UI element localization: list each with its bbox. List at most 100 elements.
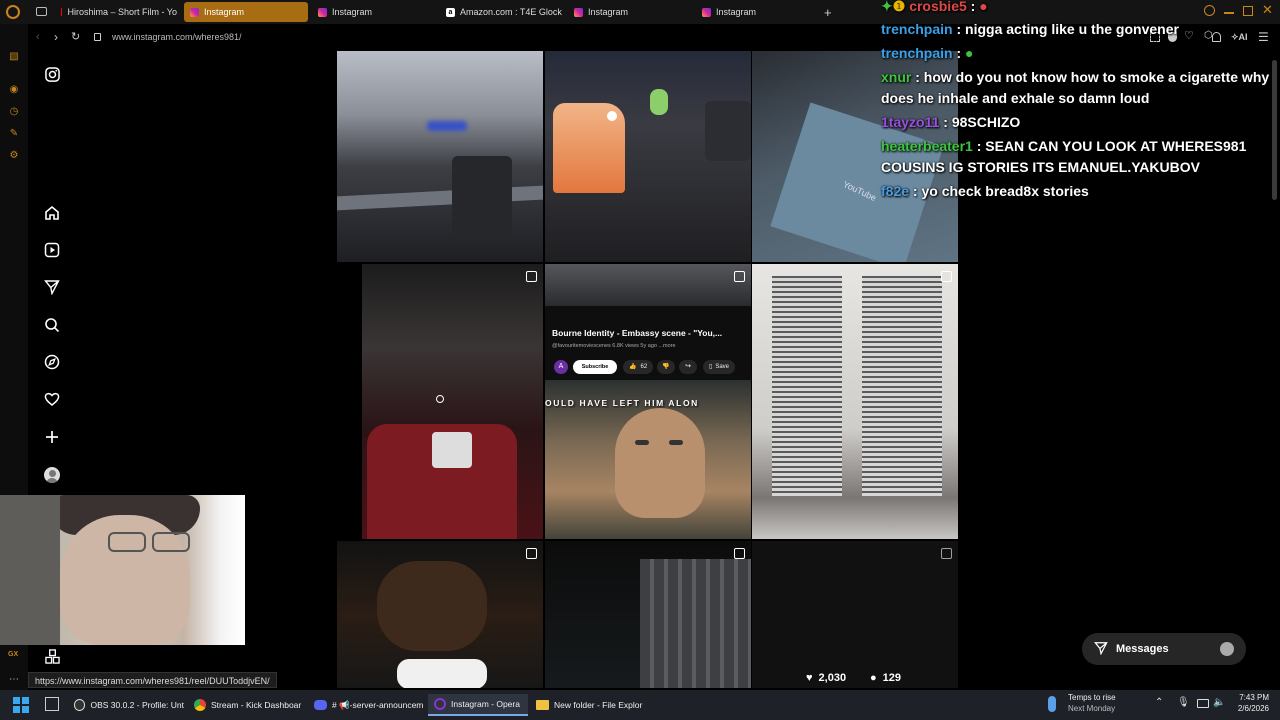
save-pill[interactable]: ▯ Save — [703, 360, 735, 374]
hover-comments: ● 129 — [870, 672, 901, 684]
chat-message: 1tayzo11 : 98SCHIZO — [881, 112, 1020, 133]
tab-amazon[interactable]: a Amazon.com : T4E Glock — [440, 2, 564, 22]
page-scrollbar[interactable] — [1272, 60, 1277, 200]
ai-label: AI — [1238, 32, 1248, 42]
instagram-icon — [318, 7, 327, 17]
home-icon[interactable] — [42, 203, 62, 223]
workspace-icon[interactable]: ▧ — [8, 51, 20, 63]
microphone-icon[interactable]: 🎙 — [1177, 697, 1190, 708]
youtube-icon — [61, 8, 63, 16]
weather-line2[interactable]: Next Monday — [1068, 704, 1115, 713]
taskbar-app-explorer[interactable]: New folder - File Explor — [530, 694, 646, 716]
instagram-icon — [190, 7, 199, 17]
taskbar-app-label: OBS 30.0.2 - Profile: Unt — [90, 700, 184, 710]
reels-icon[interactable] — [42, 240, 62, 260]
chat-text: : — [956, 45, 962, 61]
instagram-logo-icon[interactable] — [42, 64, 62, 84]
thumbs-up-icon: 👍 — [629, 364, 637, 370]
taskbar-app-label: New folder - File Explor — [554, 700, 643, 710]
reload-icon[interactable]: ↻ — [71, 30, 80, 43]
back-icon[interactable]: ‹ — [36, 31, 40, 43]
like-pill[interactable]: 👍 62 — [623, 360, 654, 374]
profile-icon[interactable] — [1212, 32, 1221, 42]
player-icon[interactable]: ◉ — [8, 84, 20, 96]
thumbs-down-icon[interactable]: 👎 — [657, 360, 675, 374]
heart-icon[interactable]: ♡ — [1184, 29, 1194, 42]
chat-username: crosbie5 — [909, 0, 967, 14]
close-icon[interactable]: ✕ — [1262, 2, 1273, 18]
create-plus-icon[interactable] — [42, 427, 62, 447]
webcam-overlay — [0, 495, 245, 645]
taskbar-app-obs[interactable]: OBS 30.0.2 - Profile: Unt — [68, 694, 184, 716]
taskbar-app-label: # 📢-server-announcem — [332, 699, 424, 710]
opera-logo-icon[interactable] — [6, 5, 20, 19]
reel-icon — [941, 271, 952, 282]
video-title: Bourne Identity - Embassy scene - "You,.… — [552, 328, 723, 338]
notifications-heart-icon[interactable] — [42, 389, 62, 409]
reel-icon — [941, 548, 952, 559]
reel-icon — [526, 548, 537, 559]
taskbar-app-discord[interactable]: # 📢-server-announcem — [308, 694, 424, 716]
settings-gear-icon[interactable]: ⚙ — [8, 150, 20, 162]
tab-instagram-2[interactable]: Instagram — [312, 2, 436, 22]
volume-icon[interactable]: 🔈 — [1213, 697, 1225, 708]
clock-date[interactable]: 2/6/2026 — [1230, 704, 1269, 713]
channel-meta: @favouritemoviescenes 6.8K views 5y ago … — [552, 343, 676, 349]
chat-message-continued: COUSINS IG STORIES ITS EMANUEL.YAKUBOV — [881, 157, 1200, 178]
direct-messages-icon[interactable] — [42, 277, 62, 297]
channel-avatar: A — [554, 360, 568, 374]
search-icon[interactable] — [42, 315, 62, 335]
new-tab-icon[interactable]: + — [824, 5, 832, 20]
post-thumbnail[interactable] — [337, 541, 543, 688]
weather-line1[interactable]: Temps to rise — [1068, 693, 1116, 702]
post-thumbnail[interactable] — [752, 264, 958, 539]
messages-button[interactable]: Messages — [1082, 633, 1246, 665]
easy-setup-icon[interactable]: ☰ — [1258, 30, 1269, 44]
search-tabs-icon[interactable] — [1204, 5, 1215, 16]
chat-text: : nigga acting like u the gonvener — [956, 21, 1179, 37]
taskbar-app-chrome[interactable]: Stream - Kick Dashboar — [188, 694, 304, 716]
caption-banner: OULD HAVE LEFT HIM ALON — [545, 398, 699, 408]
tab-instagram-active[interactable]: Instagram — [184, 2, 308, 22]
tab-hiroshima[interactable]: Hiroshima – Short Film - Yo — [55, 2, 177, 22]
windows-start-icon[interactable] — [13, 697, 29, 713]
post-thumbnail[interactable] — [337, 264, 543, 539]
tab-instagram-4[interactable]: Instagram — [696, 2, 820, 22]
network-icon[interactable] — [1197, 699, 1209, 708]
extensions-icon[interactable]: ✎ — [8, 128, 20, 140]
post-thumbnail[interactable] — [545, 51, 751, 262]
profile-avatar[interactable] — [44, 467, 60, 483]
tab-instagram-3[interactable]: Instagram — [568, 2, 692, 22]
status-url: https://www.instagram.com/wheres981/reel… — [28, 672, 277, 688]
history-icon[interactable]: ◷ — [8, 106, 20, 118]
chat-username: trenchpain — [881, 45, 953, 61]
minimize-icon[interactable] — [1224, 12, 1234, 14]
comments-count: 129 — [882, 672, 902, 684]
forward-icon[interactable]: › — [54, 30, 58, 44]
post-thumbnail[interactable]: Bourne Identity - Embassy scene - "You,.… — [545, 264, 751, 539]
tab-menu-icon[interactable] — [36, 7, 47, 16]
tray-chevron-icon[interactable]: ⌃ — [1155, 697, 1163, 708]
clock-time[interactable]: 7:43 PM — [1233, 693, 1269, 702]
taskbar-app-opera[interactable]: Instagram - Opera — [428, 694, 528, 716]
more-dots-icon[interactable]: ⋯ — [9, 674, 19, 685]
chat-text: : SEAN CAN YOU LOOK AT WHERES981 — [976, 138, 1247, 154]
url-field[interactable]: www.instagram.com/wheres981/ — [112, 32, 242, 42]
also-from-meta-icon[interactable] — [42, 646, 62, 666]
post-thumbnail[interactable] — [337, 51, 543, 262]
tab-label: Instagram — [332, 7, 373, 17]
chat-message: trenchpain : ● — [881, 43, 974, 64]
post-thumbnail[interactable]: ♥ 2,030 ● 129 — [752, 541, 958, 688]
task-view-icon[interactable] — [45, 697, 59, 711]
explore-icon[interactable] — [42, 352, 62, 372]
chat-username: f82e — [881, 183, 910, 199]
post-thumbnail[interactable] — [545, 541, 751, 688]
subscribe-button[interactable]: Subscribe — [573, 360, 617, 374]
aria-ai-button[interactable]: ✧AI — [1231, 32, 1248, 43]
emote-icon: ● — [965, 45, 974, 61]
comment-bubble-icon: ● — [870, 672, 877, 684]
share-icon[interactable]: ↪ — [679, 360, 697, 374]
maximize-icon[interactable] — [1243, 6, 1253, 16]
chat-text: does he inhale and exhale so damn loud — [881, 90, 1150, 106]
gx-label[interactable]: GX — [8, 651, 18, 658]
